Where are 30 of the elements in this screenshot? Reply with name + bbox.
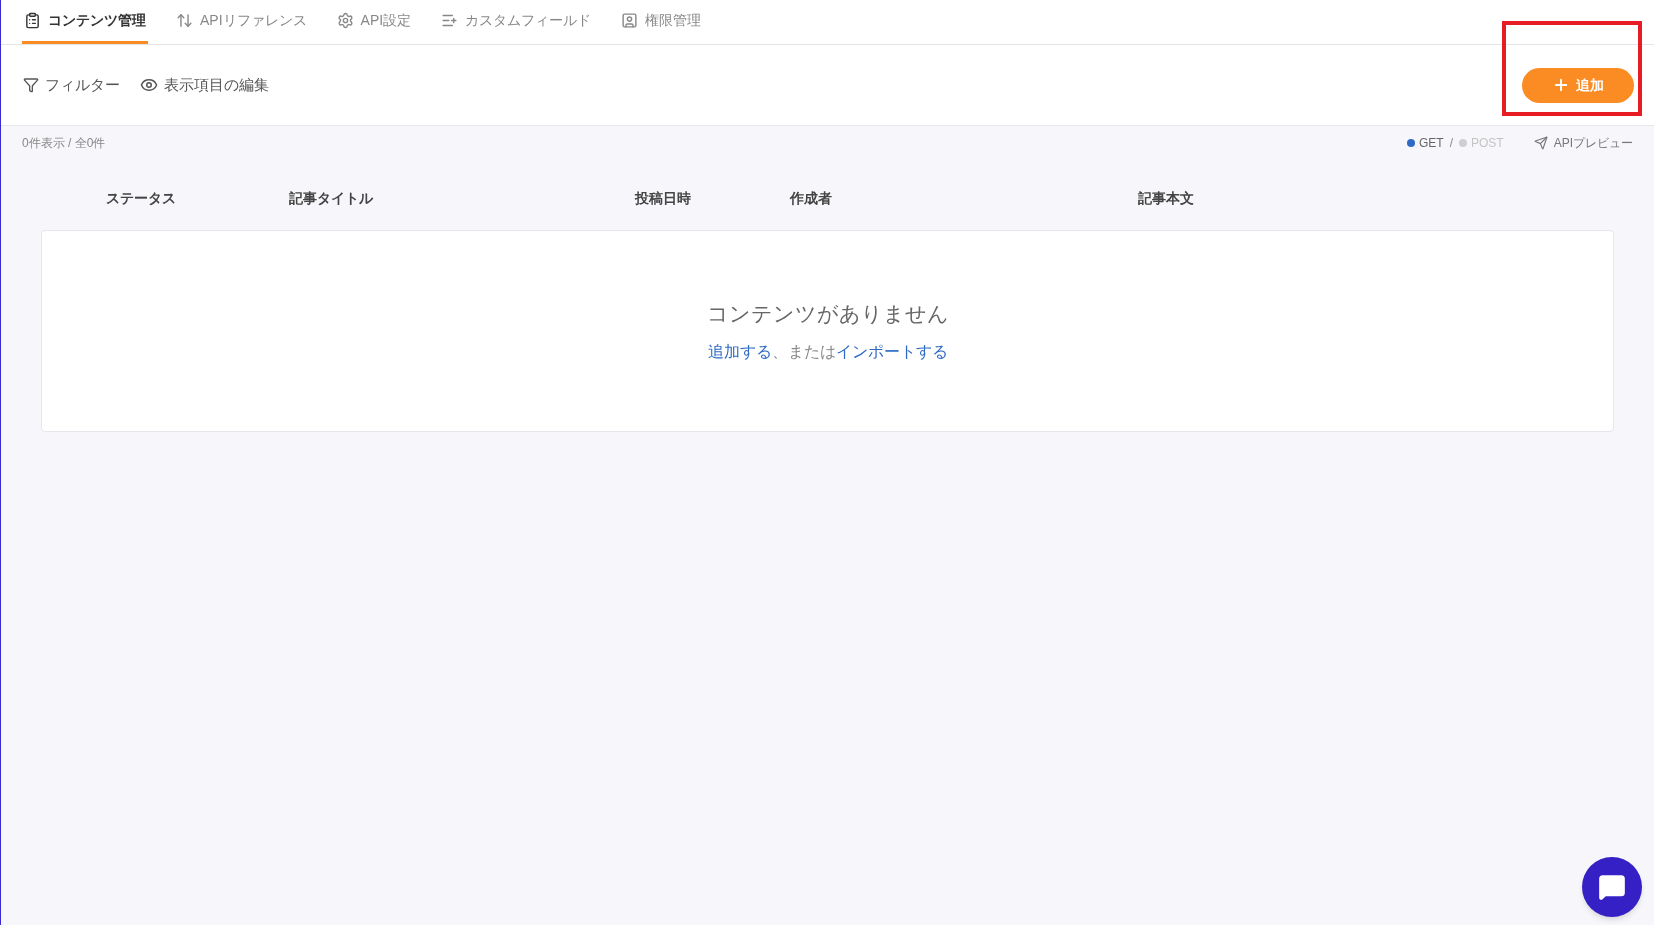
nav-tab[interactable]: 権限管理 bbox=[619, 0, 704, 44]
clipboard-icon bbox=[24, 11, 41, 29]
nav-tab[interactable]: API設定 bbox=[334, 0, 414, 44]
filter-icon bbox=[23, 77, 39, 93]
chat-button[interactable] bbox=[1582, 857, 1642, 917]
item-count: 0件表示 / 全0件 bbox=[22, 135, 106, 152]
send-icon bbox=[1533, 136, 1548, 150]
column-header: 記事本文 bbox=[1138, 188, 1195, 208]
settings-icon bbox=[336, 11, 354, 29]
method-toggle[interactable]: GET bbox=[1406, 134, 1444, 152]
column-header: ステータス bbox=[106, 188, 177, 208]
plus-icon bbox=[1552, 76, 1570, 94]
user-icon bbox=[621, 11, 639, 29]
chat-bubble-icon bbox=[1598, 873, 1626, 901]
filter-button[interactable]: フィルター bbox=[23, 73, 120, 97]
nav-tab[interactable]: カスタムフィールド bbox=[439, 0, 594, 44]
link[interactable]: 追加する bbox=[707, 342, 772, 360]
edit-columns-button[interactable]: 表示項目の編集 bbox=[140, 73, 269, 97]
empty-title: コンテンツがありません bbox=[706, 301, 949, 328]
api-preview-button[interactable]: APIプレビュー bbox=[1533, 134, 1633, 152]
column-header: 投稿日時 bbox=[635, 188, 692, 208]
add-button[interactable]: 追加 bbox=[1522, 67, 1634, 103]
column-header: 作成者 bbox=[790, 188, 833, 208]
nav-tab[interactable]: APIリファレンス bbox=[174, 0, 309, 44]
empty-message: 追加する、またはインポートする bbox=[707, 341, 948, 362]
column-header: 記事タイトル bbox=[289, 188, 374, 208]
up-down-arrows-icon bbox=[176, 11, 193, 29]
eye-icon bbox=[140, 76, 158, 94]
separator: / bbox=[1449, 135, 1453, 152]
link[interactable]: インポートする bbox=[835, 342, 948, 360]
